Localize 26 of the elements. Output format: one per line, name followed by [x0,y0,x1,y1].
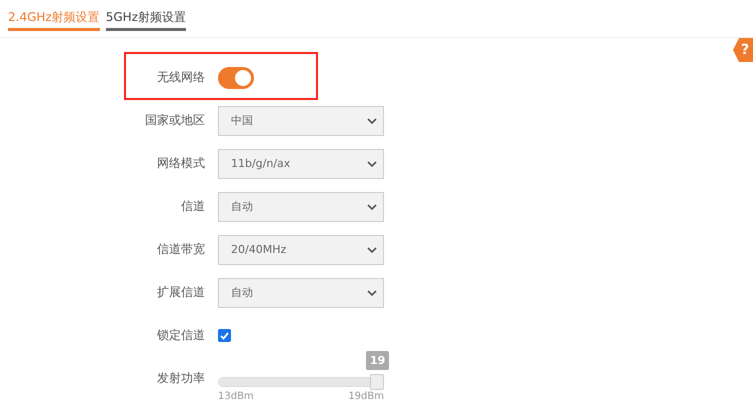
value-tooltip: 19 [366,350,390,370]
field-label: 信道 [180,198,205,215]
field-label: 扩展信道 [156,284,205,301]
select-field[interactable]: 中国 [218,106,384,136]
field-label: 发射功率 [156,370,205,387]
min-label: 13dBm [218,390,254,402]
chevron-icon [367,204,377,210]
help-badge[interactable]: ? [733,38,753,62]
chevron-icon [367,160,377,166]
tab[interactable]: 2.4GHz射频设置 [8,9,100,31]
select-field[interactable]: 11b/g/n/ax [218,148,384,178]
chevron-icon [367,246,377,252]
select-field[interactable]: 自动 [218,278,384,308]
tab[interactable]: 5GHz射频设置 [106,9,186,31]
field-label: 网络模式 [156,155,205,172]
field-label: 锁定信道 [156,327,205,344]
select-field[interactable]: 20/40MHz [218,234,384,264]
max-label: 19dBm [348,390,384,402]
toggle-switch[interactable] [218,66,254,88]
field-label: 无线网络 [156,69,205,86]
field-label: 信道带宽 [156,241,205,258]
checkbox[interactable] [218,329,231,342]
chevron-icon [367,118,377,124]
field-label: 国家或地区 [144,112,205,129]
chevron-icon [367,290,377,296]
select-field[interactable]: 自动 [218,192,384,222]
